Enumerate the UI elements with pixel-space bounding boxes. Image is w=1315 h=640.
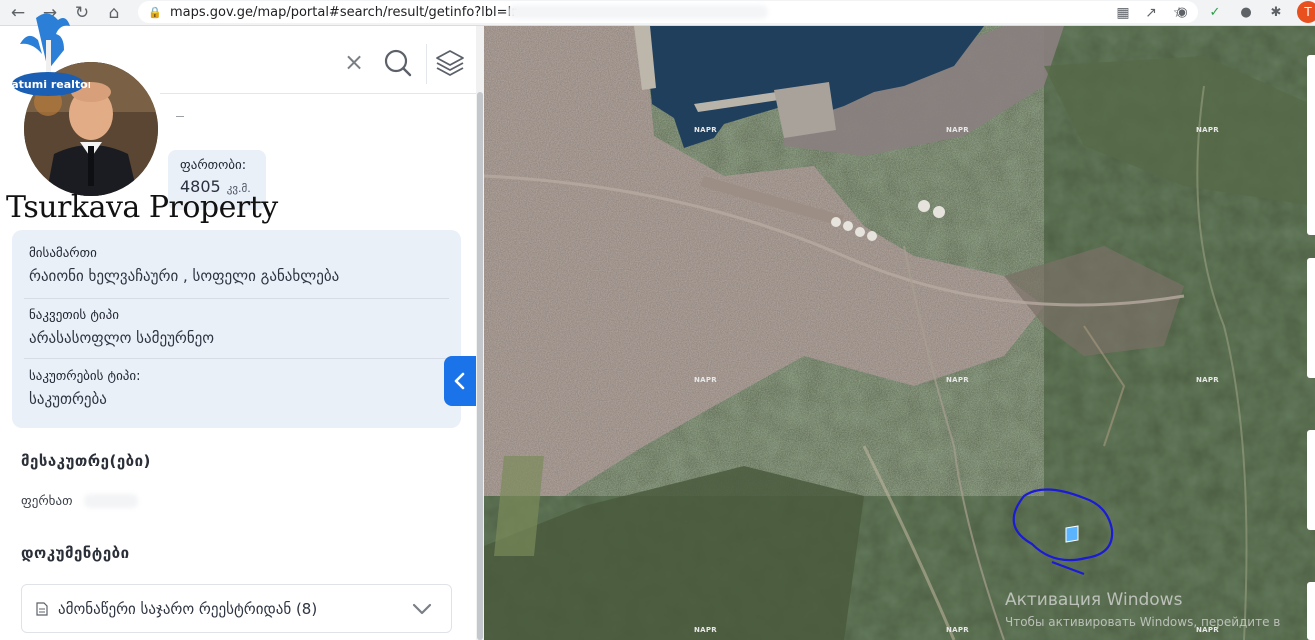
map-watermark: NAPR [694,126,717,134]
owner-name: ფერხათ [21,494,73,509]
extension-icon-1[interactable]: ◉ [1172,2,1192,22]
land-type-label: ნაკვეთის ტიპი [29,308,119,323]
area-label: ფართობი: [180,158,247,173]
land-type-row: ნაკვეთის ტიპი არასასოფლო სამეურნეო [29,308,449,347]
map-watermark: NAPR [1196,126,1219,134]
windows-activation-subtitle: Чтобы активировать Windows, перейдите в [1005,615,1281,629]
search-divider [426,44,427,84]
url-redacted [508,5,768,19]
address-bar[interactable]: 🔒 maps.gov.ge/map/portal#search/result/g… [138,1,1198,23]
ownership-type-row: საკუთრების ტიპი: საკუთრება [29,369,449,408]
brand-name: Tsurkava Property [6,190,278,225]
map-control-edge[interactable] [1307,55,1315,235]
panel-scrollbar-thumb[interactable] [477,92,483,640]
satellite-map[interactable]: NAPR NAPR NAPR NAPR NAPR NAPR NAPR NAPR … [484,26,1315,640]
ownership-type-value: საკუთრება [29,390,107,408]
extension-icon-2[interactable]: ✓ [1205,2,1225,22]
info-divider [24,298,449,299]
map-control-edge[interactable] [1307,258,1315,378]
search-icon[interactable] [383,48,413,78]
map-watermark: NAPR [946,626,969,634]
brand-overlay: Batumi realtor Tsurkava Property [2,10,278,225]
extensions-icon[interactable]: ✱ [1266,2,1286,22]
address-value: რაიონი ხელვაჩაური , სოფელი განახლება [29,267,340,285]
browser-toolbar: ← → ↻ ⌂ 🔒 maps.gov.ge/map/portal#search/… [0,0,1315,26]
logo-text: Batumi realtor [8,78,90,91]
map-watermark: NAPR [946,126,969,134]
address-label: მისამართი [29,246,97,261]
close-icon[interactable]: × [342,50,366,74]
document-item-button[interactable]: ამონაწერი საჯარო რეესტრიდან (8) [21,584,452,633]
search-bar: × [160,42,478,92]
collapse-panel-button[interactable] [444,356,476,406]
windows-activation-title: Активация Windows [1005,590,1183,610]
layers-icon[interactable] [434,48,466,78]
search-underline [160,93,476,94]
map-watermark: NAPR [1196,376,1219,384]
owners-heading: მესაკუთრე(ები) [21,452,151,470]
extension-icon-3[interactable]: ● [1236,2,1256,22]
owner-redacted [84,494,138,508]
profile-avatar[interactable]: T [1297,1,1315,23]
map-watermark: NAPR [946,376,969,384]
parcel-info-card: მისამართი რაიონი ხელვაჩაური , სოფელი გან… [12,230,461,428]
document-item-label: ამონაწერი საჯარო რეესტრიდან (8) [58,599,318,618]
map-control-edge[interactable] [1307,582,1315,640]
info-divider [24,358,449,359]
share-icon[interactable]: ↗ [1142,4,1160,22]
map-watermark: NAPR [694,626,717,634]
chevron-left-icon [454,372,465,390]
land-type-value: არასასოფლო სამეურნეო [29,329,215,347]
documents-heading: დოკუმენტები [21,544,130,562]
map-watermark: NAPR [694,376,717,384]
map-control-edge[interactable] [1307,430,1315,530]
url-text: maps.gov.ge/map/portal#search/result/get… [170,4,517,20]
translate-icon[interactable]: ▦ [1114,4,1132,22]
separator-dash [176,116,184,117]
address-row: მისამართი რაიონი ხელვაჩაური , სოფელი გან… [29,246,449,285]
satellite-imagery [484,26,1315,640]
batumi-realtor-logo: Batumi realtor [8,13,90,96]
chevron-down-icon [412,603,432,615]
ownership-type-label: საკუთრების ტიპი: [29,369,141,384]
document-icon [36,601,48,616]
